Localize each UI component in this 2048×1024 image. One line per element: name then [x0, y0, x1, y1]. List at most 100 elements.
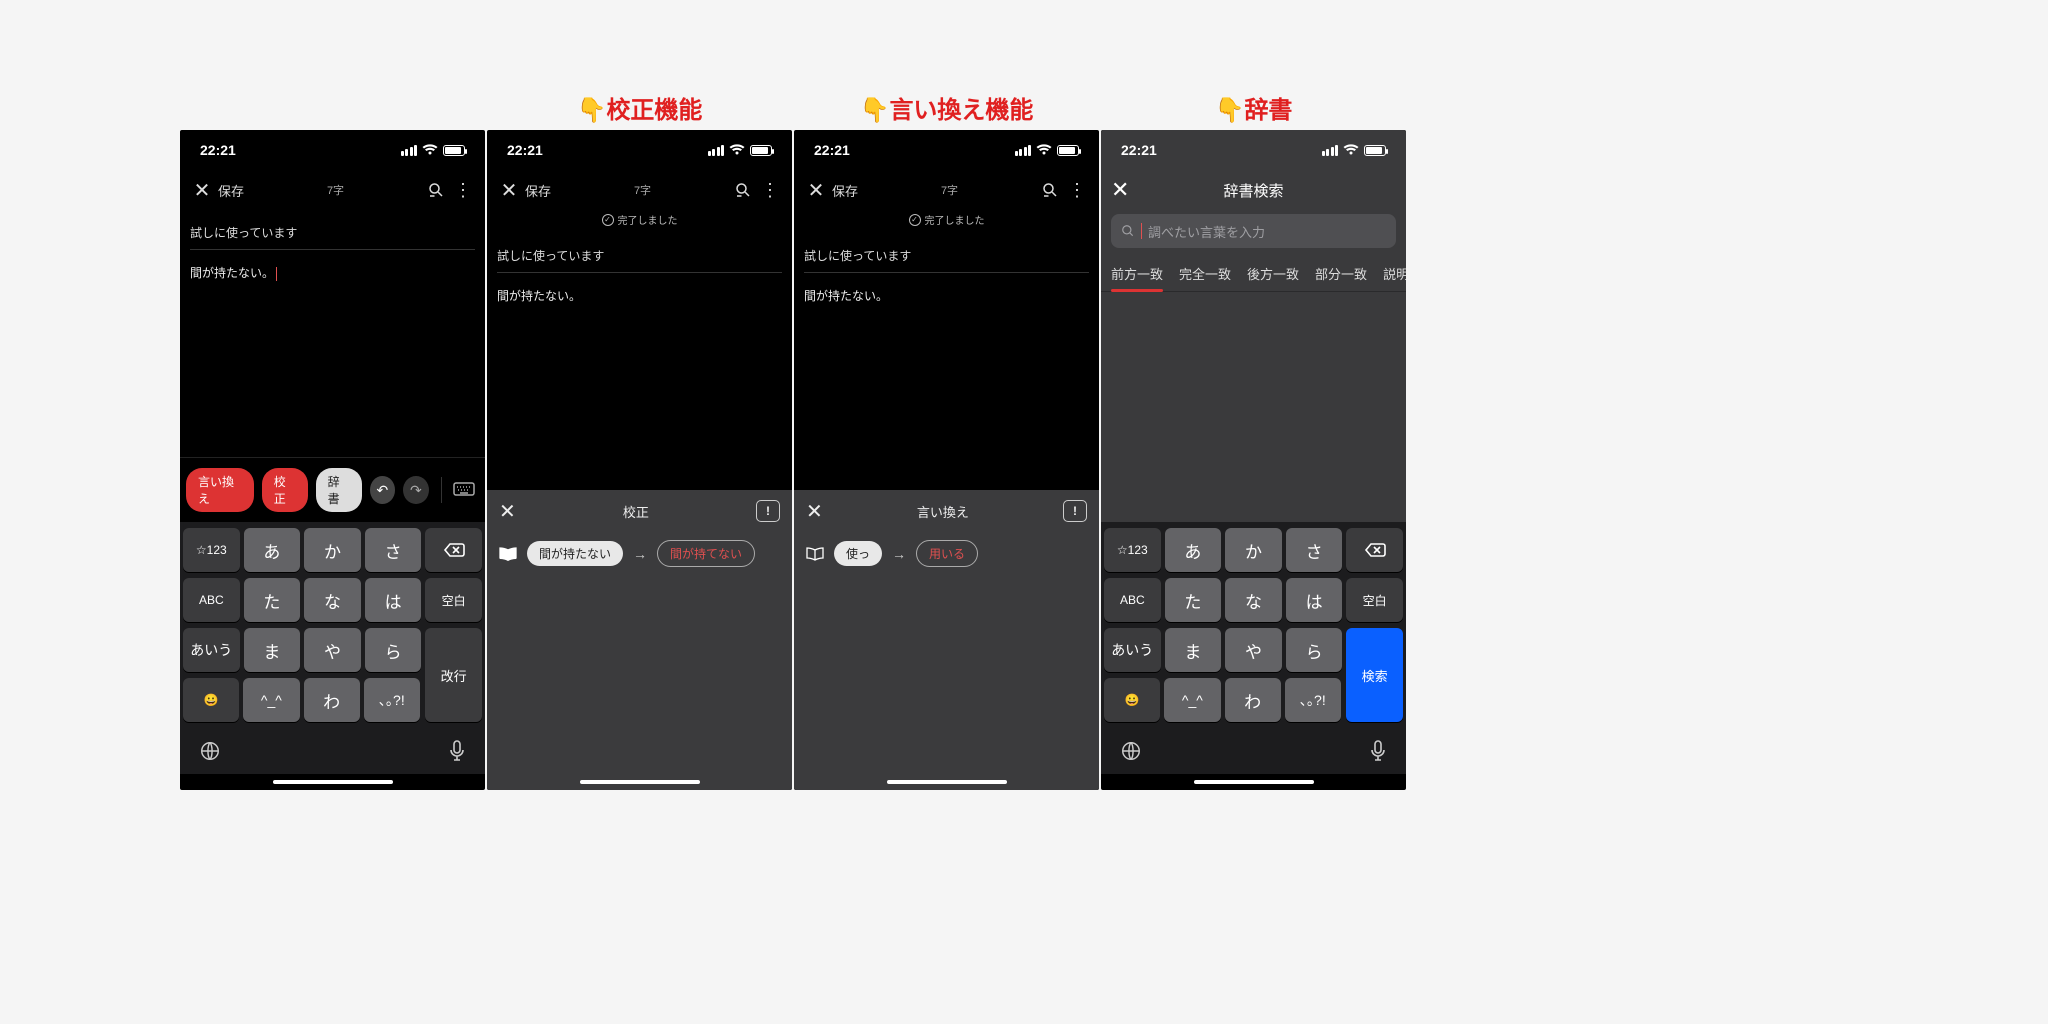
- battery-icon: [1057, 145, 1079, 156]
- editor-area[interactable]: 試しに使っています 間が持たない。: [794, 233, 1099, 490]
- redo-button[interactable]: ↷: [403, 476, 429, 504]
- save-button[interactable]: 保存: [525, 181, 551, 200]
- wifi-icon: [422, 144, 438, 156]
- keyboard-toggle-icon[interactable]: [453, 482, 479, 498]
- close-button[interactable]: ✕: [1111, 177, 1139, 203]
- status-time: 22:21: [200, 142, 236, 158]
- key-ha[interactable]: は: [365, 578, 422, 622]
- rephrase-button[interactable]: 言い換え: [186, 468, 254, 512]
- key-wa[interactable]: わ: [1225, 678, 1281, 722]
- tab-suffix[interactable]: 後方一致: [1247, 258, 1299, 291]
- key-wa[interactable]: わ: [304, 678, 360, 722]
- signal-icon: [1322, 145, 1339, 156]
- key-sa[interactable]: さ: [365, 528, 422, 572]
- key-mode-num[interactable]: ☆123: [183, 528, 240, 572]
- key-enter[interactable]: 改行: [425, 628, 482, 722]
- close-button[interactable]: ✕: [804, 178, 828, 203]
- signal-icon: [708, 145, 725, 156]
- key-enter-search[interactable]: 検索: [1346, 628, 1403, 722]
- find-replace-icon[interactable]: [734, 181, 758, 199]
- key-ya[interactable]: や: [304, 628, 361, 672]
- key-mode-kana[interactable]: あいう: [1104, 628, 1161, 672]
- completion-toast: ✓完了しました: [487, 210, 792, 233]
- key-a[interactable]: あ: [1165, 528, 1222, 572]
- panel-close-button[interactable]: ✕: [499, 499, 516, 524]
- tab-prefix[interactable]: 前方一致: [1111, 258, 1163, 291]
- key-na[interactable]: な: [1225, 578, 1282, 622]
- key-ha[interactable]: は: [1286, 578, 1343, 622]
- mic-icon[interactable]: [1369, 740, 1387, 762]
- editor-area[interactable]: 試しに使っています 間が持たない。: [180, 210, 485, 457]
- undo-button[interactable]: ↶: [370, 476, 396, 504]
- key-mode-kana[interactable]: あいう: [183, 628, 240, 672]
- key-kaomoji[interactable]: ^_^: [243, 678, 299, 722]
- key-backspace[interactable]: [425, 528, 482, 572]
- key-na[interactable]: な: [304, 578, 361, 622]
- key-emoji[interactable]: 😀: [183, 678, 239, 722]
- dict-button[interactable]: 辞書: [316, 468, 362, 512]
- status-bar: 22:21: [180, 130, 485, 170]
- book-icon[interactable]: [499, 547, 517, 561]
- screen-rephrase: 22:21 ✕ 保存 7字 ⋮ ✓完了しました 試しに使っています 間が持たない…: [794, 130, 1099, 790]
- dict-title: 辞書検索: [1139, 180, 1368, 201]
- suggestion-to[interactable]: 間が持てない: [657, 540, 755, 567]
- save-button[interactable]: 保存: [218, 181, 244, 200]
- ios-keyboard: ☆123 あ か さ ABC た な は 空白 あいう ま や ら 検索 😀 ^…: [1101, 522, 1406, 774]
- key-mode-num[interactable]: ☆123: [1104, 528, 1161, 572]
- report-button[interactable]: !: [1063, 500, 1087, 522]
- tab-partial[interactable]: 部分一致: [1315, 258, 1367, 291]
- dict-results: [1101, 292, 1406, 522]
- doc-title[interactable]: 試しに使っています: [190, 214, 475, 250]
- check-icon: ✓: [602, 214, 614, 226]
- more-menu-button[interactable]: ⋮: [1065, 180, 1089, 201]
- key-backspace[interactable]: [1346, 528, 1403, 572]
- key-ra[interactable]: ら: [365, 628, 422, 672]
- close-button[interactable]: ✕: [497, 178, 521, 203]
- tab-desc[interactable]: 説明文: [1383, 258, 1406, 291]
- editor-area[interactable]: 試しに使っています 間が持たない。: [487, 233, 792, 490]
- wifi-icon: [1036, 144, 1052, 156]
- key-ka[interactable]: か: [1225, 528, 1282, 572]
- report-button[interactable]: !: [756, 500, 780, 522]
- proof-button[interactable]: 校正: [262, 468, 308, 512]
- key-ya[interactable]: や: [1225, 628, 1282, 672]
- key-mode-abc[interactable]: ABC: [183, 578, 240, 622]
- completion-toast: ✓完了しました: [794, 210, 1099, 233]
- panel-close-button[interactable]: ✕: [806, 499, 823, 524]
- mic-icon[interactable]: [448, 740, 466, 762]
- suggestion-to[interactable]: 用いる: [916, 540, 978, 567]
- suggestion-row[interactable]: 使っ → 用いる: [794, 532, 1099, 567]
- section-label-dict: 👇辞書: [1101, 90, 1406, 125]
- key-space[interactable]: 空白: [1346, 578, 1403, 622]
- key-mode-abc[interactable]: ABC: [1104, 578, 1161, 622]
- key-emoji[interactable]: 😀: [1104, 678, 1160, 722]
- tab-exact[interactable]: 完全一致: [1179, 258, 1231, 291]
- close-button[interactable]: ✕: [190, 178, 214, 203]
- key-kaomoji[interactable]: ^_^: [1164, 678, 1220, 722]
- suggestion-from[interactable]: 使っ: [834, 541, 882, 566]
- key-ta[interactable]: た: [1165, 578, 1222, 622]
- more-menu-button[interactable]: ⋮: [451, 180, 475, 201]
- suggestion-from[interactable]: 間が持たない: [527, 541, 623, 566]
- globe-icon[interactable]: [1120, 740, 1142, 762]
- dict-search-input[interactable]: 調べたい言葉を入力: [1111, 214, 1396, 248]
- save-button[interactable]: 保存: [832, 181, 858, 200]
- key-sa[interactable]: さ: [1286, 528, 1343, 572]
- key-punct[interactable]: ､｡?!: [1285, 678, 1341, 722]
- key-a[interactable]: あ: [244, 528, 301, 572]
- find-replace-icon[interactable]: [427, 181, 451, 199]
- key-ma[interactable]: ま: [244, 628, 301, 672]
- find-replace-icon[interactable]: [1041, 181, 1065, 199]
- book-icon[interactable]: [806, 547, 824, 561]
- key-ka[interactable]: か: [304, 528, 361, 572]
- suggestion-row[interactable]: 間が持たない → 間が持てない: [487, 532, 792, 567]
- key-space[interactable]: 空白: [425, 578, 482, 622]
- doc-body[interactable]: 間が持たない。: [190, 250, 475, 281]
- globe-icon[interactable]: [199, 740, 221, 762]
- screen-editor: 22:21 ✕ 保存 7字 ⋮ 試しに使っています 間が持たない。 言い換え 校…: [180, 130, 485, 790]
- key-punct[interactable]: ､｡?!: [364, 678, 420, 722]
- key-ma[interactable]: ま: [1165, 628, 1222, 672]
- key-ra[interactable]: ら: [1286, 628, 1343, 672]
- key-ta[interactable]: た: [244, 578, 301, 622]
- more-menu-button[interactable]: ⋮: [758, 180, 782, 201]
